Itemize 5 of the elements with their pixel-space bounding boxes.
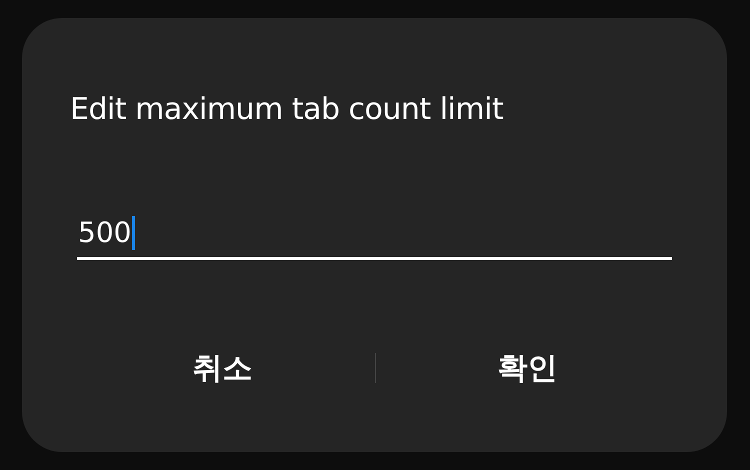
dialog-button[interactable]: 확인	[376, 340, 679, 396]
text-cursor	[132, 216, 136, 250]
dialog-button[interactable]: 취소	[70, 340, 374, 396]
input-field[interactable]: 500	[77, 208, 672, 260]
dialog-title: Edit maximum tab count limit	[70, 91, 504, 129]
